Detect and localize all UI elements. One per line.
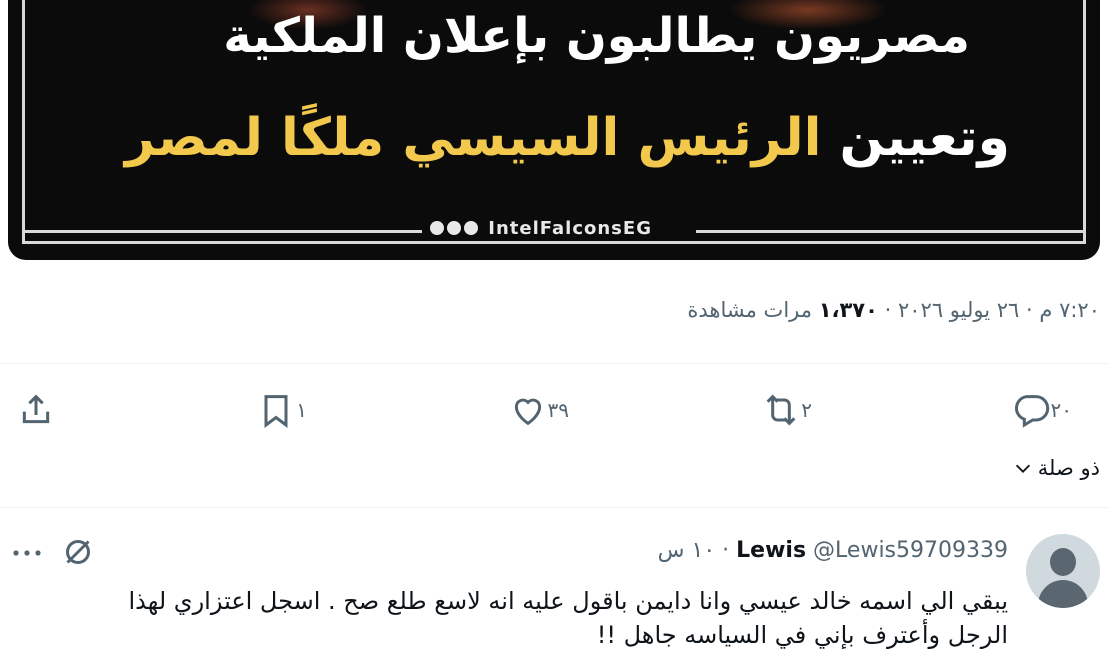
x-logo-icon [464, 221, 478, 235]
divider [0, 507, 1108, 508]
tweet-action-bar: ٢٠ ٢ ٣٩ ١ [0, 388, 1108, 432]
default-avatar-body [1038, 580, 1088, 608]
reply-author-handle[interactable]: @Lewis59709339 [813, 538, 1008, 563]
share-icon [22, 394, 50, 424]
reply-text: يبقي الي اسمه خالد عيسي وانا دايمن باقول… [128, 587, 1008, 649]
bookmark-button[interactable]: ١ [256, 388, 313, 432]
media-headline-yellow: الرئيس السيسي ملكًا لمصر [124, 108, 822, 168]
facebook-icon [430, 221, 444, 235]
reply-button[interactable]: ٢٠ [1011, 388, 1078, 432]
related-dropdown[interactable]: ذو صلة [1012, 456, 1100, 480]
media-brand-tag: IntelFalconsEG [430, 218, 652, 239]
media-brand-bar: IntelFalconsEG [22, 216, 1086, 244]
like-button[interactable]: ٣٩ [508, 388, 575, 432]
tweet-media-image[interactable]: مصريون يطالبون بإعلان الملكية وتعيين الر… [8, 0, 1100, 260]
reply-icon [1014, 395, 1049, 428]
media-headline-line1: مصريون يطالبون بإعلان الملكية [223, 8, 970, 64]
chevron-down-icon [1015, 464, 1030, 473]
media-headline-line2: وتعيين الرئيس السيسي ملكًا لمصر [125, 108, 1010, 168]
avatar[interactable] [1026, 534, 1100, 608]
meta-separator: · [1026, 298, 1033, 322]
bookmark-icon [264, 395, 288, 428]
views-count: ١،٣٧٠ [818, 298, 878, 322]
reply-author-name[interactable]: Lewis [736, 538, 806, 563]
divider [0, 363, 1108, 364]
retweet-button[interactable]: ٢ [761, 388, 818, 432]
bookmark-count: ١ [296, 398, 307, 422]
default-avatar-head [1050, 548, 1076, 576]
grok-icon[interactable] [60, 534, 96, 570]
more-options-icon[interactable] [10, 538, 44, 568]
media-brand-line [22, 230, 422, 233]
tweet-date[interactable]: ٢٦ يوليو ٢٠٢٦ [898, 298, 1019, 322]
instagram-icon [447, 221, 461, 235]
media-brand-handle: IntelFalconsEG [488, 218, 652, 239]
retweet-count: ٢ [801, 398, 812, 422]
media-headline-white: وتعيين [839, 108, 1010, 168]
tweet-time[interactable]: ٧:٢٠ م [1039, 298, 1100, 322]
reply-time[interactable]: ١٠ س [658, 538, 716, 563]
share-button[interactable] [16, 388, 56, 432]
reply-header: Lewis @Lewis59709339 · ١٠ س [658, 538, 1008, 563]
like-count: ٣٩ [547, 398, 569, 422]
retweet-icon [766, 394, 796, 426]
views-label: مرات مشاهدة [687, 298, 812, 322]
reply-separator: · [722, 538, 730, 563]
meta-separator: · [884, 298, 892, 322]
like-icon [514, 398, 541, 426]
related-label: ذو صلة [1037, 456, 1100, 480]
media-brand-line [696, 230, 1086, 233]
tweet-metadata: ٧:٢٠ م · ٢٦ يوليو ٢٠٢٦ · ١،٣٧٠ مرات مشاه… [687, 298, 1100, 322]
reply-count: ٢٠ [1050, 398, 1072, 422]
